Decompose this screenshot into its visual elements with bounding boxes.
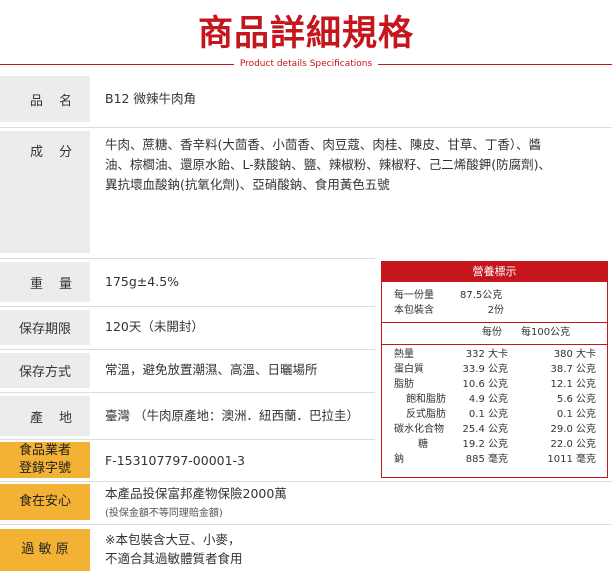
nutrient-per-serving: 19.2 公克	[462, 439, 508, 450]
divider	[0, 439, 375, 440]
nutrition-divider	[382, 344, 607, 345]
nutrient-per-serving: 33.9 公克	[462, 364, 508, 375]
origin-value: 臺灣 （牛肉原產地：澳洲．紐西蘭．巴拉圭）	[105, 408, 359, 423]
page-title: 商品詳細規格	[197, 14, 414, 54]
label-char: 成	[30, 145, 44, 160]
spec-row-name: 品 名 B12 微辣牛肉角	[0, 76, 612, 122]
spec-label-ingredients: 成 分	[0, 131, 90, 253]
spec-label-insurance: 食在安心	[0, 484, 90, 520]
nutrient-per-serving: 4.9 公克	[468, 394, 508, 405]
allergen-line: ※本包裝含大豆、小麥，	[105, 532, 241, 547]
divider	[0, 481, 612, 482]
nutrient-per-100g: 29.0 公克	[550, 424, 596, 435]
label-char: 分	[58, 145, 72, 160]
nutrient-per-100g: 5.6 公克	[556, 394, 596, 405]
page-subtitle: Product details Specifications	[0, 58, 612, 70]
label-char: 地	[58, 410, 72, 426]
storage-value: 常溫，避免放置潮濕、高溫、日曬場所	[105, 362, 318, 377]
spec-row-ingredients: 成 分 牛肉、蔗糖、香辛料(大茴香、小茴香、肉豆蔻、肉桂、陳皮、甘草、丁香）、醬…	[0, 131, 612, 253]
nutrient-name: 飽和脂肪	[406, 394, 446, 405]
col-header-per-100g: 每100公克	[521, 327, 571, 338]
nutrient-per-serving: 332 大卡	[465, 349, 508, 360]
nutrient-name: 碳水化合物	[394, 424, 444, 435]
nutrient-per-100g: 38.7 公克	[550, 364, 596, 375]
registration-value: F-153107797-00001-3	[105, 453, 246, 468]
nutrient-per-serving: 0.1 公克	[468, 409, 508, 420]
label-char: 產	[30, 410, 44, 426]
subtitle-text: Product details Specifications	[233, 59, 379, 69]
nutrition-divider	[382, 322, 607, 323]
allergen-text: ※本包裝含大豆、小麥， 不適合其過敏體質者食用	[105, 530, 243, 568]
nutrient-name: 反式脂肪	[406, 409, 446, 420]
insurance-text: 本產品投保富邦產物保險2000萬 (投保金額不等同理賠金額)	[105, 484, 287, 524]
divider	[0, 127, 612, 128]
ingredients-line: 異抗壞血酸鈉(抗氧化劑)、亞硝酸鈉、食用黃色五號	[105, 177, 390, 192]
weight-value: 175g±4.5%	[105, 274, 180, 289]
ingredients-line: 牛肉、蔗糖、香辛料(大茴香、小茴香、肉豆蔻、肉桂、陳皮、甘草、丁香）、醬	[105, 137, 542, 152]
allergen-line: 不適合其過敏體質者食用	[105, 551, 243, 566]
spec-label-storage: 保存方式	[0, 353, 90, 388]
divider	[0, 392, 375, 393]
spec-label-name: 品 名	[0, 76, 90, 122]
nutrient-per-100g: 380 大卡	[553, 349, 596, 360]
divider	[0, 349, 375, 350]
spec-label-allergen: 過 敏 原	[0, 529, 90, 571]
col-header-per-serving: 每份	[482, 327, 502, 338]
label-char: 品	[30, 93, 44, 109]
spec-label-weight: 重 量	[0, 262, 90, 302]
product-name: B12 微辣牛肉角	[105, 91, 196, 106]
ingredients-text: 牛肉、蔗糖、香辛料(大茴香、小茴香、肉豆蔻、肉桂、陳皮、甘草、丁香）、醬 油、棕…	[105, 135, 605, 195]
divider	[0, 258, 375, 259]
insurance-note: (投保金額不等同理賠金額)	[105, 508, 223, 519]
label-line: 登錄字號	[18, 461, 71, 476]
spec-label-origin: 產 地	[0, 396, 90, 436]
nutrient-name: 蛋白質	[394, 364, 424, 375]
spec-label-shelf-life: 保存期限	[0, 310, 90, 345]
shelf-life-value: 120天（未開封）	[105, 319, 204, 334]
nutrient-per-100g: 0.1 公克	[556, 409, 596, 420]
label-char: 重	[30, 276, 44, 292]
nutrient-per-100g: 12.1 公克	[550, 379, 596, 390]
label-line: 食品業者	[18, 443, 71, 458]
servings-value: 2份	[487, 305, 504, 316]
label-char: 名	[58, 93, 72, 109]
page-header: 商品詳細規格 Product details Specifications	[0, 0, 612, 70]
divider	[0, 306, 375, 307]
spec-row-insurance: 食在安心 本產品投保富邦產物保險2000萬 (投保金額不等同理賠金額)	[0, 484, 612, 520]
spec-row-allergen: 過 敏 原 ※本包裝含大豆、小麥， 不適合其過敏體質者食用	[0, 529, 612, 571]
divider	[0, 524, 612, 525]
nutrient-per-100g: 1011 毫克	[547, 454, 596, 465]
servings-label: 本包裝含	[394, 305, 434, 316]
nutrient-name: 熱量	[394, 349, 414, 360]
spec-label-registration: 食品業者 登錄字號	[0, 442, 90, 478]
nutrient-name: 鈉	[394, 454, 404, 465]
nutrient-name: 糖	[418, 439, 428, 450]
nutrition-title: 營養標示	[382, 262, 607, 282]
ingredients-line: 油、棕櫚油、還原水飴、L-麩酸鈉、鹽、辣椒粉、辣椒籽、己二烯酸鉀(防腐劑)、	[105, 157, 552, 172]
nutrition-table: 營養標示 每一份量 87.5公克 本包裝含 2份 每份 每100公克 熱量 33…	[381, 261, 608, 478]
label-char: 量	[58, 276, 72, 292]
nutrient-per-serving: 25.4 公克	[462, 424, 508, 435]
nutrient-per-100g: 22.0 公克	[550, 439, 596, 450]
serving-size-label: 每一份量	[394, 290, 434, 301]
nutrient-per-serving: 10.6 公克	[462, 379, 508, 390]
insurance-value: 本產品投保富邦產物保險2000萬	[105, 486, 287, 501]
nutrient-name: 脂肪	[394, 379, 414, 390]
serving-size-value: 87.5公克	[460, 290, 503, 301]
nutrient-per-serving: 885 毫克	[465, 454, 508, 465]
